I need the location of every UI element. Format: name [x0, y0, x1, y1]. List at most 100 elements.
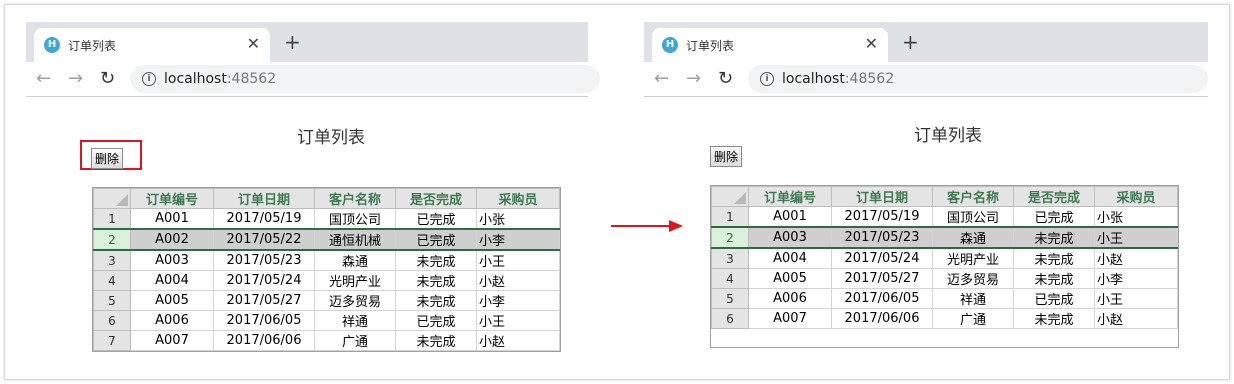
row-number[interactable]: 6	[93, 310, 131, 331]
table-cell-buyer[interactable]: 小张	[476, 208, 560, 230]
info-icon[interactable]: i	[760, 72, 774, 86]
table-cell-customer[interactable]: 国顶公司	[932, 206, 1014, 228]
table-cell-done[interactable]: 未完成	[395, 270, 477, 291]
row-number[interactable]: 2	[711, 226, 749, 249]
column-header[interactable]: 采购员	[476, 188, 560, 209]
table-cell-done[interactable]: 未完成	[1013, 247, 1095, 269]
table-cell-id[interactable]: A004	[748, 247, 832, 269]
table-cell-id[interactable]: A002	[130, 228, 214, 251]
table-cell-done[interactable]: 未完成	[1013, 226, 1095, 249]
row-number[interactable]: 4	[711, 268, 749, 289]
grid-corner[interactable]	[711, 186, 749, 207]
row-number[interactable]: 4	[93, 270, 131, 291]
table-cell-buyer[interactable]: 小赵	[476, 330, 560, 351]
column-header[interactable]: 采购员	[1094, 186, 1178, 207]
table-cell-buyer[interactable]: 小李	[476, 290, 560, 311]
column-header[interactable]: 客户名称	[932, 186, 1014, 207]
table-cell-buyer[interactable]: 小赵	[476, 270, 560, 291]
info-icon[interactable]: i	[142, 72, 156, 86]
close-tab-icon[interactable]: ✕	[247, 34, 260, 53]
table-row[interactable]: 4 A004 2017/05/24 光明产业 未完成 小赵	[93, 270, 560, 291]
new-tab-button[interactable]: +	[284, 30, 301, 54]
table-cell-date[interactable]: 2017/06/06	[831, 308, 933, 329]
table-cell-done[interactable]: 已完成	[395, 208, 477, 230]
table-cell-id[interactable]: A001	[130, 208, 214, 230]
table-cell-date[interactable]: 2017/05/23	[213, 249, 315, 271]
delete-button[interactable]: 删除	[91, 148, 124, 169]
table-cell-customer[interactable]: 国顶公司	[314, 208, 396, 230]
table-row[interactable]: 2 A003 2017/05/23 森通 未完成 小王	[711, 226, 1178, 249]
table-row[interactable]: 3 A003 2017/05/23 森通 未完成 小王	[93, 249, 560, 271]
table-cell-date[interactable]: 2017/05/22	[213, 228, 315, 251]
table-cell-id[interactable]: A006	[130, 310, 214, 331]
forward-icon[interactable]: →	[68, 68, 83, 89]
row-number[interactable]: 2	[93, 228, 131, 251]
table-row[interactable]: 5 A006 2017/06/05 祥通 已完成 小王	[711, 288, 1178, 309]
table-row[interactable]: 5 A005 2017/05/27 迈多贸易 未完成 小李	[93, 290, 560, 311]
table-cell-buyer[interactable]: 小张	[1094, 206, 1178, 228]
table-cell-customer[interactable]: 迈多贸易	[314, 290, 396, 311]
table-cell-id[interactable]: A003	[130, 249, 214, 271]
column-header[interactable]: 是否完成	[395, 188, 477, 209]
table-cell-date[interactable]: 2017/05/27	[831, 268, 933, 289]
column-header[interactable]: 订单编号	[748, 186, 832, 207]
table-cell-date[interactable]: 2017/06/06	[213, 330, 315, 351]
back-icon[interactable]: ←	[36, 68, 51, 89]
table-cell-done[interactable]: 已完成	[395, 228, 477, 251]
table-cell-date[interactable]: 2017/05/19	[213, 208, 315, 230]
delete-button[interactable]: 删除	[710, 146, 743, 167]
reload-icon[interactable]: ↻	[718, 68, 733, 89]
table-cell-done[interactable]: 未完成	[395, 249, 477, 271]
table-cell-id[interactable]: A004	[130, 270, 214, 291]
table-cell-id[interactable]: A003	[748, 226, 832, 249]
table-row[interactable]: 1 A001 2017/05/19 国顶公司 已完成 小张	[93, 208, 560, 230]
table-cell-id[interactable]: A005	[130, 290, 214, 311]
browser-tab[interactable]: H 订单列表 ✕	[652, 28, 888, 62]
row-number[interactable]: 1	[711, 206, 749, 228]
table-cell-customer[interactable]: 森通	[932, 226, 1014, 249]
table-cell-date[interactable]: 2017/05/24	[831, 247, 933, 269]
new-tab-button[interactable]: +	[902, 30, 919, 54]
row-number[interactable]: 6	[711, 308, 749, 329]
row-number[interactable]: 3	[93, 249, 131, 271]
table-cell-buyer[interactable]: 小赵	[1094, 308, 1178, 329]
table-cell-done[interactable]: 已完成	[1013, 288, 1095, 309]
back-icon[interactable]: ←	[654, 68, 669, 89]
table-row[interactable]: 1 A001 2017/05/19 国顶公司 已完成 小张	[711, 206, 1178, 228]
table-cell-id[interactable]: A007	[130, 330, 214, 351]
table-cell-id[interactable]: A005	[748, 268, 832, 289]
table-cell-id[interactable]: A001	[748, 206, 832, 228]
table-cell-id[interactable]: A007	[748, 308, 832, 329]
table-cell-done[interactable]: 未完成	[395, 330, 477, 351]
column-header[interactable]: 订单日期	[831, 186, 933, 207]
table-row[interactable]: 6 A006 2017/06/05 祥通 已完成 小王	[93, 310, 560, 331]
row-number[interactable]: 1	[93, 208, 131, 230]
table-cell-customer[interactable]: 通恒机械	[314, 228, 396, 251]
table-cell-done[interactable]: 已完成	[1013, 206, 1095, 228]
table-cell-date[interactable]: 2017/05/23	[831, 226, 933, 249]
close-tab-icon[interactable]: ✕	[865, 34, 878, 53]
table-cell-buyer[interactable]: 小王	[1094, 226, 1178, 249]
address-bar[interactable]: i localhost:48562	[748, 65, 1208, 93]
column-header[interactable]: 是否完成	[1013, 186, 1095, 207]
table-row[interactable]: 6 A007 2017/06/06 广通 未完成 小赵	[711, 308, 1178, 329]
table-row[interactable]: 4 A005 2017/05/27 迈多贸易 未完成 小李	[711, 268, 1178, 289]
forward-icon[interactable]: →	[686, 68, 701, 89]
table-row[interactable]: 7 A007 2017/06/06 广通 未完成 小赵	[93, 330, 560, 351]
column-header[interactable]: 订单编号	[130, 188, 214, 209]
table-cell-customer[interactable]: 迈多贸易	[932, 268, 1014, 289]
table-cell-buyer[interactable]: 小王	[476, 310, 560, 331]
row-number[interactable]: 7	[93, 330, 131, 351]
table-cell-done[interactable]: 未完成	[1013, 308, 1095, 329]
table-cell-buyer[interactable]: 小李	[1094, 268, 1178, 289]
grid-corner[interactable]	[93, 188, 131, 209]
table-row[interactable]: 3 A004 2017/05/24 光明产业 未完成 小赵	[711, 247, 1178, 269]
table-cell-date[interactable]: 2017/05/27	[213, 290, 315, 311]
table-row[interactable]: 2 A002 2017/05/22 通恒机械 已完成 小李	[93, 228, 560, 251]
table-cell-buyer[interactable]: 小李	[476, 228, 560, 251]
address-bar[interactable]: i localhost:48562	[130, 65, 600, 93]
table-cell-customer[interactable]: 森通	[314, 249, 396, 271]
table-cell-date[interactable]: 2017/06/05	[831, 288, 933, 309]
table-cell-done[interactable]: 已完成	[395, 310, 477, 331]
table-cell-date[interactable]: 2017/05/19	[831, 206, 933, 228]
